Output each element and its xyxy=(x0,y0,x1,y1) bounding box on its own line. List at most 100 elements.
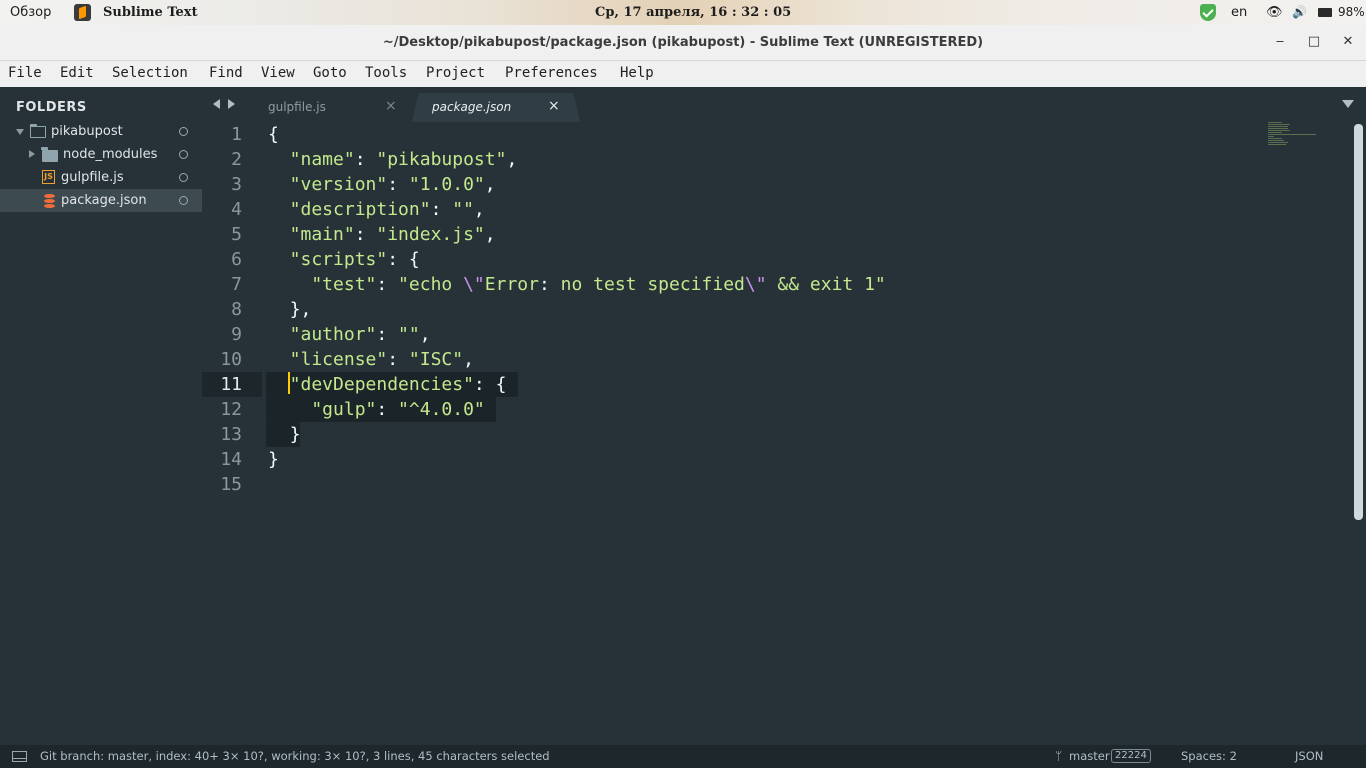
tab-list-dropdown-icon[interactable] xyxy=(1342,100,1354,108)
close-icon[interactable]: × xyxy=(548,98,560,115)
line-number: 3 xyxy=(231,174,242,195)
tab-package-json[interactable]: package.json × xyxy=(412,93,580,122)
code-line: "test": "echo \"Error: no test specified… xyxy=(268,274,886,295)
menu-file[interactable]: File xyxy=(8,65,42,81)
maximize-button[interactable]: □ xyxy=(1306,34,1322,50)
code-line: "description": "", xyxy=(268,199,485,220)
close-window-button[interactable]: ✕ xyxy=(1340,34,1356,50)
code-line: "name": "pikabupost", xyxy=(268,149,518,170)
json-file-icon xyxy=(44,194,55,208)
window-title-bar[interactable]: ~/Desktop/pikabupost/package.json (pikab… xyxy=(0,25,1366,61)
code-line: } xyxy=(289,424,301,445)
tree-item-node-modules[interactable]: node_modules xyxy=(0,143,202,166)
system-top-bar: Обзор Sublime Text Ср, 17 апреля, 16 : 3… xyxy=(0,0,1366,25)
line-number: 5 xyxy=(231,224,242,245)
tab-bar: gulpfile.js × package.json × xyxy=(202,87,1366,122)
circle-icon xyxy=(179,196,188,205)
git-branch-name[interactable]: master xyxy=(1069,750,1110,763)
menu-selection[interactable]: Selection xyxy=(112,65,188,81)
line-number-current: 11 xyxy=(220,374,242,395)
tree-item-label: node_modules xyxy=(63,147,158,162)
code-line: "gulp": "^4.0.0" xyxy=(268,399,485,420)
menu-bar: File Edit Selection Find View Goto Tools… xyxy=(0,61,1366,87)
menu-tools[interactable]: Tools xyxy=(365,65,407,81)
code-line: { xyxy=(268,124,279,145)
collapse-arrow-icon[interactable] xyxy=(29,150,35,158)
minimap[interactable] xyxy=(1268,122,1328,152)
panel-toggle-icon[interactable] xyxy=(12,751,27,762)
sublime-app-icon[interactable] xyxy=(74,4,91,21)
battery-icon[interactable] xyxy=(1318,8,1332,17)
text-caret xyxy=(288,372,290,394)
minimize-button[interactable]: ‒ xyxy=(1272,34,1288,50)
line-number: 10 xyxy=(220,349,242,370)
line-number: 1 xyxy=(231,124,242,145)
menu-help[interactable]: Help xyxy=(620,65,654,81)
close-icon[interactable]: × xyxy=(385,98,397,115)
code-line: "devDependencies": { xyxy=(268,374,507,395)
menu-view[interactable]: View xyxy=(261,65,295,81)
folders-heading: FOLDERS xyxy=(16,100,87,115)
code-line: "license": "ISC", xyxy=(268,349,474,370)
menu-find[interactable]: Find xyxy=(209,65,243,81)
code-line: "scripts": { xyxy=(268,249,420,270)
line-number: 13 xyxy=(220,424,242,445)
battery-percentage[interactable]: 98% xyxy=(1338,5,1365,20)
volume-icon[interactable]: 🔊 xyxy=(1292,5,1307,20)
tree-item-gulpfile[interactable]: JS gulpfile.js xyxy=(0,166,202,189)
code-line: "main": "index.js", xyxy=(268,224,496,245)
js-file-icon: JS xyxy=(42,170,55,184)
circle-icon xyxy=(179,173,188,182)
line-number: 4 xyxy=(231,199,242,220)
code-line: } xyxy=(268,449,279,470)
tree-item-label: gulpfile.js xyxy=(61,170,124,185)
tree-item-label: pikabupost xyxy=(51,124,123,139)
menu-goto[interactable]: Goto xyxy=(313,65,347,81)
git-branch-icon: ᛘ xyxy=(1055,749,1063,763)
folder-icon xyxy=(41,147,58,162)
line-number: 12 xyxy=(220,399,242,420)
line-number: 6 xyxy=(231,249,242,270)
keyboard-layout-indicator[interactable]: en xyxy=(1231,5,1247,20)
sidebar: FOLDERS pikabupost node_modules JS gulpf… xyxy=(0,87,202,745)
window-title: ~/Desktop/pikabupost/package.json (pikab… xyxy=(382,35,984,50)
code-line: }, xyxy=(289,299,312,320)
tree-item-pikabupost[interactable]: pikabupost xyxy=(0,120,202,143)
shield-icon[interactable] xyxy=(1200,4,1216,21)
tree-item-package-json[interactable]: package.json xyxy=(0,189,202,212)
tab-nav-right-icon[interactable] xyxy=(228,99,235,109)
tab-label: package.json xyxy=(432,100,512,114)
code-line: "version": "1.0.0", xyxy=(268,174,496,195)
expand-arrow-icon[interactable] xyxy=(16,129,24,135)
line-number: 15 xyxy=(220,474,242,495)
indentation-setting[interactable]: Spaces: 2 xyxy=(1181,750,1237,763)
line-number: 9 xyxy=(231,324,242,345)
activities-overview-button[interactable]: Обзор xyxy=(10,5,51,20)
circle-icon xyxy=(179,150,188,159)
git-status-text: Git branch: master, index: 40+ 3× 10?, w… xyxy=(40,749,550,763)
git-change-count-badge: 22224 xyxy=(1111,749,1151,763)
app-menu-name[interactable]: Sublime Text xyxy=(103,5,198,20)
menu-edit[interactable]: Edit xyxy=(60,65,94,81)
network-icon[interactable]: 👁 xyxy=(1266,5,1283,20)
line-number: 8 xyxy=(231,299,242,320)
tab-label: gulpfile.js xyxy=(268,100,326,114)
circle-icon xyxy=(179,127,188,136)
line-number: 2 xyxy=(231,149,242,170)
menu-project[interactable]: Project xyxy=(426,65,485,81)
code-editor[interactable]: 1 2 3 4 5 6 7 8 9 10 11 12 13 14 15 { "n… xyxy=(202,122,1354,745)
tab-nav-left-icon[interactable] xyxy=(213,99,220,109)
clock[interactable]: Ср, 17 апреля, 16 : 32 : 05 xyxy=(595,5,791,20)
menu-preferences[interactable]: Preferences xyxy=(505,65,598,81)
tab-gulpfile[interactable]: gulpfile.js × xyxy=(254,93,404,122)
line-number-gutter[interactable]: 1 2 3 4 5 6 7 8 9 10 11 12 13 14 15 xyxy=(202,122,257,745)
code-line: "author": "", xyxy=(268,324,431,345)
status-bar: Git branch: master, index: 40+ 3× 10?, w… xyxy=(0,745,1366,768)
line-number: 14 xyxy=(220,449,242,470)
line-number: 7 xyxy=(231,274,242,295)
syntax-selector[interactable]: JSON xyxy=(1295,750,1323,763)
folder-open-icon xyxy=(30,124,46,138)
vertical-scrollbar-thumb[interactable] xyxy=(1354,124,1363,520)
code-content[interactable]: { "name": "pikabupost", "version": "1.0.… xyxy=(268,122,886,547)
tree-item-label: package.json xyxy=(61,193,147,208)
